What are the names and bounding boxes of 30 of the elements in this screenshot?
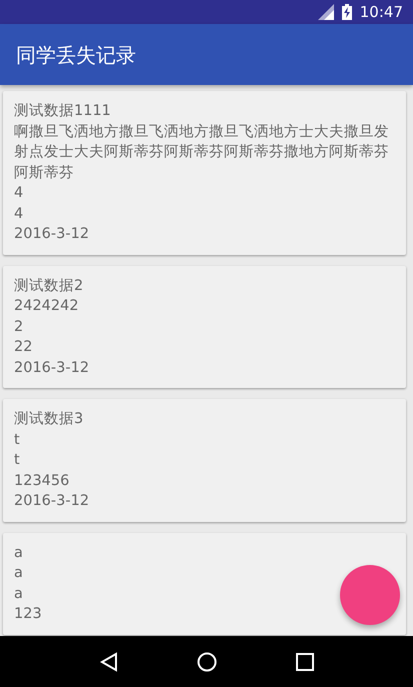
record-text: 4 — [14, 184, 24, 203]
status-time: 10:47 — [360, 2, 403, 23]
back-icon[interactable] — [100, 652, 118, 672]
record-text: 2016-3-12 — [14, 492, 90, 511]
signal-icon — [318, 4, 334, 20]
record-card[interactable]: a a a 123 — [3, 532, 406, 634]
record-text: a — [14, 544, 24, 562]
record-text: 测试数据1111 — [14, 102, 112, 121]
record-text: a — [14, 584, 24, 604]
record-text: 2 — [14, 318, 24, 336]
home-icon[interactable] — [196, 652, 216, 672]
record-text: 测试数据3 — [14, 410, 84, 429]
record-text: a — [14, 564, 24, 583]
record-text: t — [14, 451, 21, 470]
app-title: 同学丢失记录 — [16, 42, 136, 68]
record-text: 22 — [14, 338, 34, 357]
record-text: 123456 — [14, 472, 70, 490]
record-text: t — [14, 430, 21, 450]
record-card[interactable]: 测试数据3 t t 123456 2016-3-12 — [3, 399, 406, 522]
record-text: 测试数据2 — [14, 276, 84, 296]
recent-apps-icon[interactable] — [296, 652, 314, 670]
record-text: 2016-3-12 — [14, 358, 90, 378]
battery-charging-icon — [342, 4, 352, 20]
record-card[interactable]: 测试数据1111 啊撒旦飞洒地方撒旦飞洒地方撒旦飞洒地方士大夫撒旦发射点发士大夫阿斯蒂芬阿斯蒂芬阿斯蒂芬撒地方阿斯蒂芬阿斯蒂芬 4 4 2016-3-12 — [3, 91, 406, 254]
record-text: 2016-3-12 — [14, 225, 90, 244]
record-text: 123 — [14, 605, 43, 624]
record-text: 2424242 — [14, 297, 80, 316]
record-card[interactable]: 测试数据2 2424242 2 22 2016-3-12 — [3, 266, 406, 388]
record-text: 4 — [14, 204, 24, 224]
record-text: 啊撒旦飞洒地方撒旦飞洒地方撒旦飞洒地方士大夫撒旦发射点发士大夫阿斯蒂芬阿斯蒂芬阿斯蒂芬撒地方阿斯蒂芬阿斯蒂芬 — [14, 122, 390, 182]
